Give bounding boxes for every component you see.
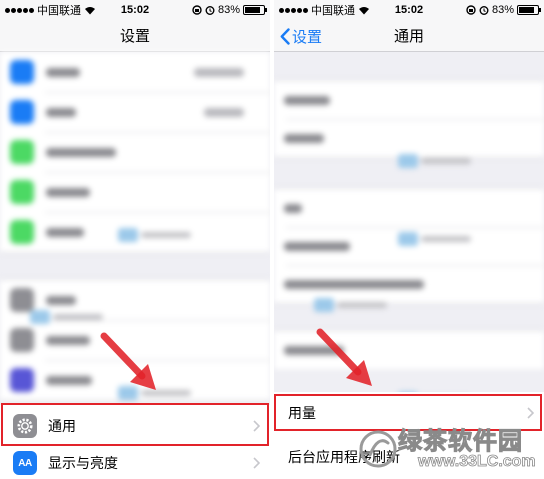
- list-item: [0, 172, 270, 212]
- wifi-icon: [359, 6, 369, 14]
- chevron-right-icon: [253, 457, 260, 469]
- list-item: [274, 119, 544, 157]
- battery-percent: 83%: [491, 4, 514, 16]
- alarm-icon: [205, 6, 215, 15]
- carrier-indicator: 中国联通: [5, 2, 96, 18]
- site-logo-icon: [359, 430, 397, 468]
- pointer-arrow-icon: [316, 328, 372, 386]
- app-icon: [10, 180, 34, 204]
- app-icon: [10, 368, 34, 392]
- site-watermark: 绿茶软件园 www.33LC.com: [358, 421, 540, 477]
- status-bar: 中国联通 15:02 83%: [0, 0, 270, 20]
- watermark-url: www.33LC.com: [418, 453, 536, 471]
- app-icon: [10, 288, 34, 312]
- lock-rotation-icon: [466, 5, 476, 15]
- navigation-bar: 设置 通用: [274, 20, 544, 52]
- pointer-arrow-icon: [100, 332, 156, 390]
- blurred-general-list: [274, 52, 544, 406]
- highlight-box-general: [1, 403, 269, 446]
- battery-percent: 83%: [217, 4, 240, 16]
- aa-icon: AA: [13, 451, 37, 475]
- page-title: 通用: [393, 28, 424, 45]
- alarm-icon: [479, 6, 489, 15]
- lock-rotation-icon: [192, 5, 202, 15]
- app-icon: [10, 60, 34, 84]
- list-item: [274, 81, 544, 119]
- navigation-bar: 设置: [0, 20, 270, 52]
- list-item: [274, 189, 544, 227]
- list-item: [0, 52, 270, 92]
- back-button-label: 设置: [292, 28, 323, 46]
- battery-icon: [243, 5, 267, 15]
- app-icon: [10, 328, 34, 352]
- battery-icon: [517, 5, 541, 15]
- app-icon: [10, 100, 34, 124]
- list-item: [0, 132, 270, 172]
- page-title: 设置: [119, 28, 150, 45]
- watermark-brand: 绿茶软件园: [398, 428, 523, 456]
- settings-screen: 中国联通 15:02 83% 设置 通用 AA 显示与亮度: [0, 0, 270, 479]
- app-icon: [10, 220, 34, 244]
- settings-row-display-brightness[interactable]: AA 显示与亮度: [0, 442, 270, 479]
- app-icon: [10, 140, 34, 164]
- status-bar: 中国联通 15:02 83%: [274, 0, 544, 20]
- carrier-indicator: 中国联通: [279, 2, 370, 18]
- list-item: [0, 92, 270, 132]
- carrier-name: 中国联通: [311, 5, 355, 17]
- carrier-name: 中国联通: [37, 5, 81, 17]
- wifi-icon: [85, 6, 95, 14]
- signal-icon: [279, 7, 308, 13]
- chevron-left-icon: [280, 27, 290, 45]
- signal-icon: [5, 7, 34, 13]
- general-screen: 中国联通 15:02 83% 设置 通用 用量 后台应用程序刷新 绿茶软件园 w…: [274, 0, 544, 479]
- settings-row-label: 显示与亮度: [48, 455, 118, 471]
- back-button[interactable]: 设置: [280, 20, 322, 52]
